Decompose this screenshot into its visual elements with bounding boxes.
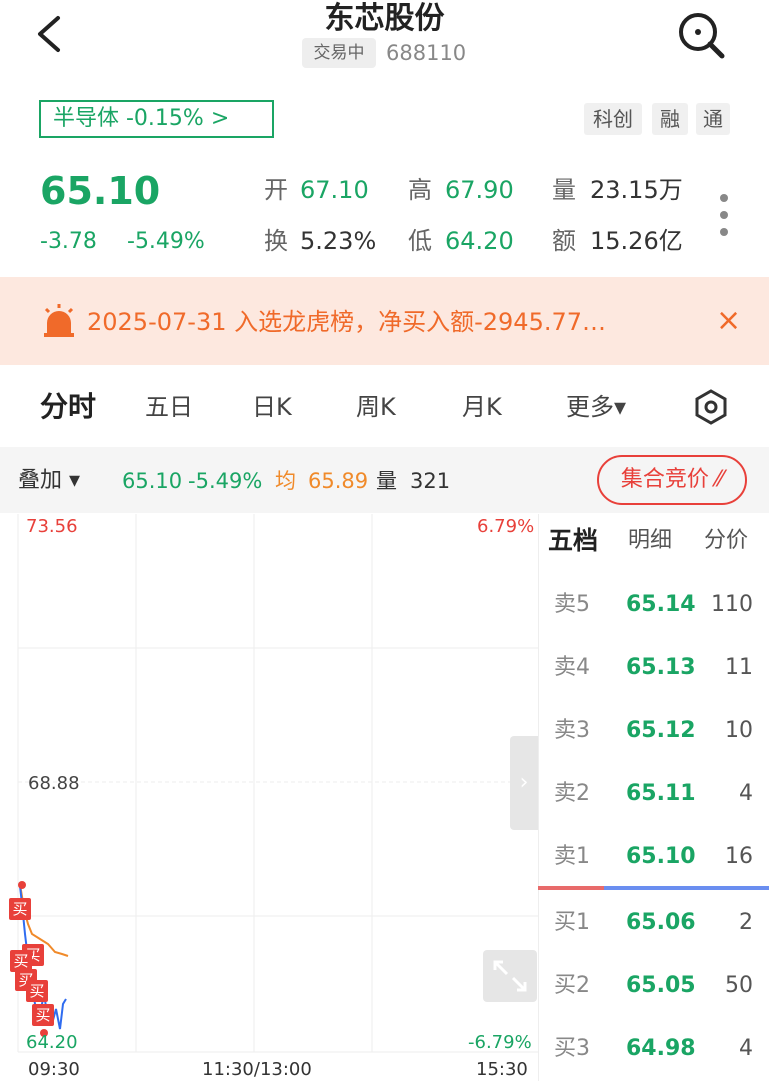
call-auction-label: 集合竞价: [620, 467, 709, 492]
intraday-chart[interactable]: 73.56 6.79% 68.88 64.20 -6.79% 09:30 11:…: [0, 514, 538, 1081]
level-qty: 4: [739, 781, 753, 806]
current-price: 65.10: [40, 169, 161, 213]
level-price: 64.98: [626, 1036, 696, 1061]
price-change: -3.78: [40, 229, 97, 254]
ask-row-3: 卖3 65.12 10: [538, 699, 769, 762]
overlay-price: 65.10: [122, 469, 183, 493]
amount-value: 15.26亿: [590, 227, 683, 255]
tab-fenshi[interactable]: 分时: [40, 385, 96, 429]
search-icon[interactable]: [676, 10, 726, 60]
x-axis-end: 15:30: [476, 1059, 528, 1080]
amount-label: 额: [552, 227, 576, 255]
level-label: 卖2: [554, 781, 590, 806]
more-vertical-icon[interactable]: [715, 192, 733, 240]
tab-week-k[interactable]: 周K: [356, 385, 396, 429]
overlay-pct: -5.49%: [188, 469, 263, 493]
level-qty: 16: [725, 844, 753, 869]
level-label: 买1: [554, 910, 590, 935]
tab-five-day[interactable]: 五日: [145, 385, 193, 429]
avg-label: 均: [275, 469, 296, 493]
bid-row-2: 买2 65.05 50: [538, 954, 769, 1017]
tag-rong: 融: [652, 103, 688, 135]
level-price: 65.12: [626, 718, 696, 743]
call-auction-button[interactable]: 集合竞价 ⁄⁄: [597, 455, 747, 505]
bid-row-1: 买1 65.06 2: [538, 891, 769, 954]
close-icon[interactable]: ×: [716, 302, 741, 340]
ask-row-1: 卖1 65.10 16: [538, 825, 769, 888]
level-label: 买2: [554, 973, 590, 998]
low-label: 低: [408, 227, 432, 255]
open-label: 开: [264, 176, 288, 204]
tab-more[interactable]: 更多▾: [566, 385, 626, 429]
alarm-icon: [44, 304, 74, 337]
stock-name: 东芯股份: [324, 1, 445, 36]
settings-hexagon-icon[interactable]: [694, 389, 728, 425]
overlay-dropdown[interactable]: 叠加 ▾: [18, 466, 80, 496]
bid-ratio-bar: [604, 886, 769, 890]
level-qty: 10: [725, 718, 753, 743]
level-price: 65.11: [626, 781, 696, 806]
volume-value: 23.15万: [590, 176, 683, 204]
pct-axis-top: 6.79%: [477, 516, 535, 537]
level-qty: 110: [711, 592, 753, 617]
y-axis-bottom: 64.20: [26, 1032, 78, 1053]
ask-row-2: 卖2 65.11 4: [538, 762, 769, 825]
tab-day-k[interactable]: 日K: [252, 385, 292, 429]
price-change-pct: -5.49%: [127, 229, 205, 254]
level-price: 65.14: [626, 592, 696, 617]
chart-grid: [17, 514, 538, 1053]
level-price: 65.06: [626, 910, 696, 935]
turnover-label: 换: [264, 227, 288, 255]
buy-marker[interactable]: 买: [26, 980, 48, 1002]
level-label: 卖4: [554, 655, 590, 680]
level-label: 卖5: [554, 592, 590, 617]
trade-status-badge: 交易中: [302, 38, 376, 68]
stock-code: 688110: [386, 41, 467, 65]
ask-row-5: 卖5 65.14 110: [538, 573, 769, 636]
minute-vol-label: 量: [376, 469, 397, 493]
pct-axis-bottom: -6.79%: [468, 1032, 532, 1053]
fullscreen-icon[interactable]: [483, 950, 537, 1002]
bid-row-3: 买3 64.98 4: [538, 1017, 769, 1080]
level-price: 65.13: [626, 655, 696, 680]
level-qty: 11: [725, 655, 753, 680]
buy-marker[interactable]: 买: [32, 1004, 54, 1026]
level-price: 65.10: [626, 844, 696, 869]
header: 东芯股份 交易中 688110: [0, 0, 769, 90]
level-price: 65.05: [626, 973, 696, 998]
level-qty: 4: [739, 1036, 753, 1061]
high-value: 67.90: [445, 176, 514, 204]
expand-panel-handle[interactable]: ›: [510, 736, 538, 830]
tab-detail[interactable]: 明细: [628, 514, 672, 568]
level-qty: 50: [725, 973, 753, 998]
tab-price-distribution[interactable]: 分价: [704, 514, 748, 568]
ask-row-4: 卖4 65.13 11: [538, 636, 769, 699]
buy-marker[interactable]: 买: [9, 898, 31, 920]
turnover-value: 5.23%: [300, 227, 377, 255]
open-value: 67.10: [300, 176, 369, 204]
level-label: 卖1: [554, 844, 590, 869]
high-label: 高: [408, 176, 432, 204]
ask-ratio-bar: [538, 886, 604, 890]
level-label: 卖3: [554, 718, 590, 743]
y-axis-top: 73.56: [26, 516, 78, 537]
volume-label: 量: [552, 176, 576, 204]
tag-kechuang: 科创: [584, 103, 642, 135]
avg-value: 65.89: [308, 469, 369, 493]
x-axis-mid: 11:30/13:00: [202, 1059, 312, 1080]
minute-vol-value: 321: [410, 469, 451, 493]
x-axis-start: 09:30: [28, 1059, 80, 1080]
order-book-panel: 五档 明细 分价 卖5 65.14 110 卖4 65.13 11 卖3 65.12 10 …: [538, 514, 769, 1081]
y-axis-mid: 68.88: [28, 773, 80, 794]
level-qty: 2: [739, 910, 753, 935]
tab-month-k[interactable]: 月K: [462, 385, 502, 429]
tab-five-levels[interactable]: 五档: [548, 514, 598, 568]
low-value: 64.20: [445, 227, 514, 255]
sector-link[interactable]: 半导体 -0.15% >: [39, 100, 274, 138]
tag-tong: 通: [696, 103, 730, 135]
notice-text[interactable]: 2025-07-31 入选龙虎榜，净买入额-2945.77…: [87, 305, 606, 339]
level-label: 买3: [554, 1036, 590, 1061]
